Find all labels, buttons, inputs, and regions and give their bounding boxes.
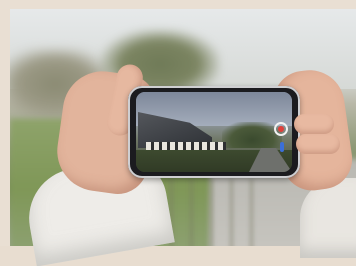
photo-frame [0, 0, 356, 266]
right-finger-lower [296, 134, 340, 154]
smartphone [128, 86, 300, 178]
phone-bezel [128, 86, 300, 178]
right-finger-upper [294, 114, 334, 134]
